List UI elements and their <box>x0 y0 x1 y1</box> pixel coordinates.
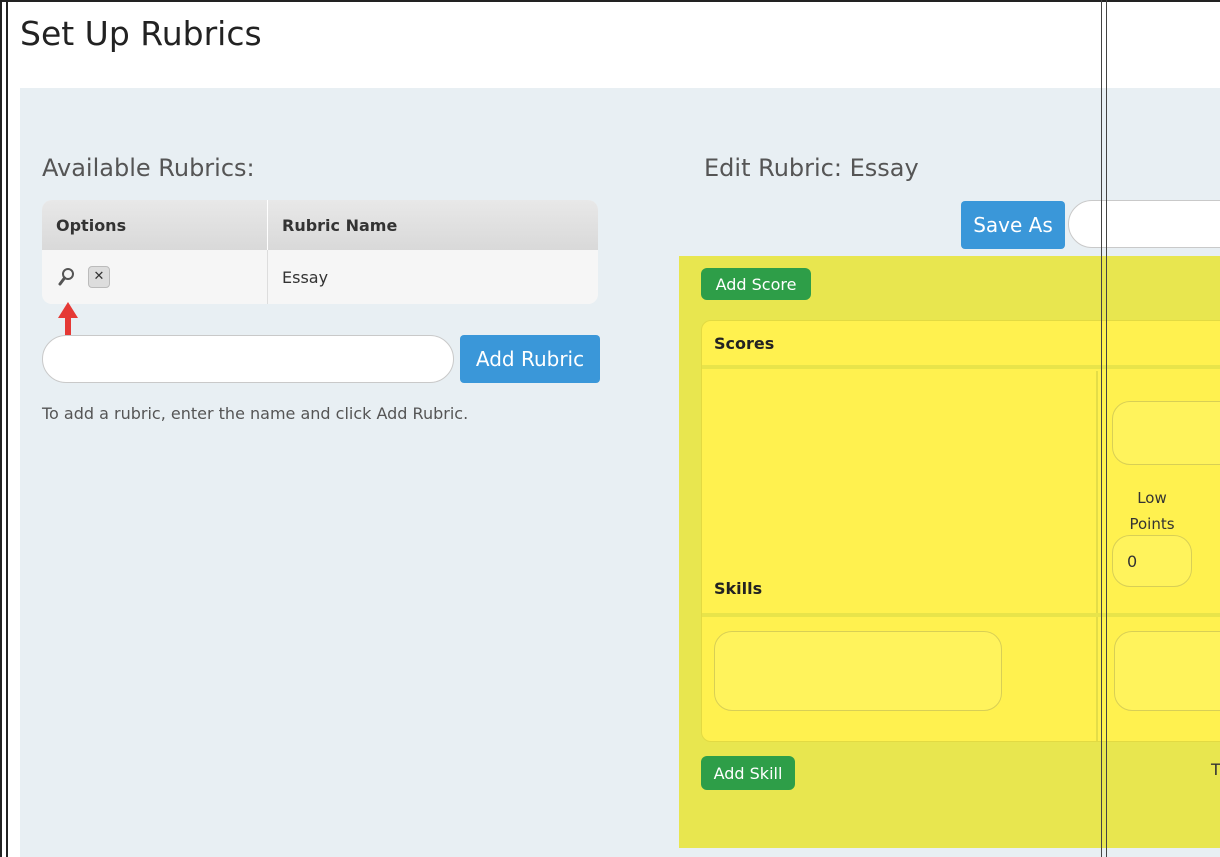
save-as-button[interactable]: Save As <box>961 201 1065 249</box>
rubric-grid: Scores Skills Low Points 0 <box>701 320 1220 742</box>
row-divider <box>702 613 1220 617</box>
row-options: ✕ <box>42 250 268 304</box>
edit-rubric-heading: Edit Rubric: Essay <box>704 154 919 182</box>
overlay-line-left <box>1101 0 1102 857</box>
add-rubric-hint: To add a rubric, enter the name and clic… <box>42 404 469 423</box>
truncated-label: T <box>1211 760 1220 779</box>
skills-header: Skills <box>714 579 763 598</box>
table-row: ✕ Essay <box>42 250 598 304</box>
skill-name-input[interactable] <box>714 631 1002 711</box>
low-points-input[interactable]: 0 <box>1112 535 1192 587</box>
options-column-header: Options <box>42 200 268 250</box>
page-title: Set Up Rubrics <box>20 14 262 53</box>
window-frame-left-inner <box>6 0 8 857</box>
rubric-name-column-header: Rubric Name <box>282 215 398 235</box>
window-frame-top <box>0 0 1220 2</box>
save-as-input[interactable] <box>1068 200 1220 248</box>
add-rubric-button[interactable]: Add Rubric <box>460 335 600 383</box>
overlay-line-right <box>1106 0 1107 857</box>
rubric-name-input[interactable] <box>42 335 454 383</box>
available-rubrics-heading: Available Rubrics: <box>42 154 255 182</box>
low-points-label: Low Points <box>1129 489 1175 533</box>
close-box-icon[interactable]: ✕ <box>88 266 110 288</box>
add-score-button[interactable]: Add Score <box>701 268 811 300</box>
scores-header: Scores <box>702 321 1220 369</box>
magnifier-icon[interactable] <box>56 266 78 288</box>
add-skill-button[interactable]: Add Skill <box>701 756 795 790</box>
column-divider <box>1096 371 1098 741</box>
score-name-input[interactable] <box>1112 401 1220 465</box>
window-frame-left <box>0 0 2 857</box>
rubric-name-cell[interactable]: Essay <box>268 250 598 304</box>
rubrics-table: Options Rubric Name ✕ Essay <box>42 200 598 304</box>
table-header: Options Rubric Name <box>42 200 598 250</box>
score-description-input[interactable] <box>1114 631 1220 711</box>
